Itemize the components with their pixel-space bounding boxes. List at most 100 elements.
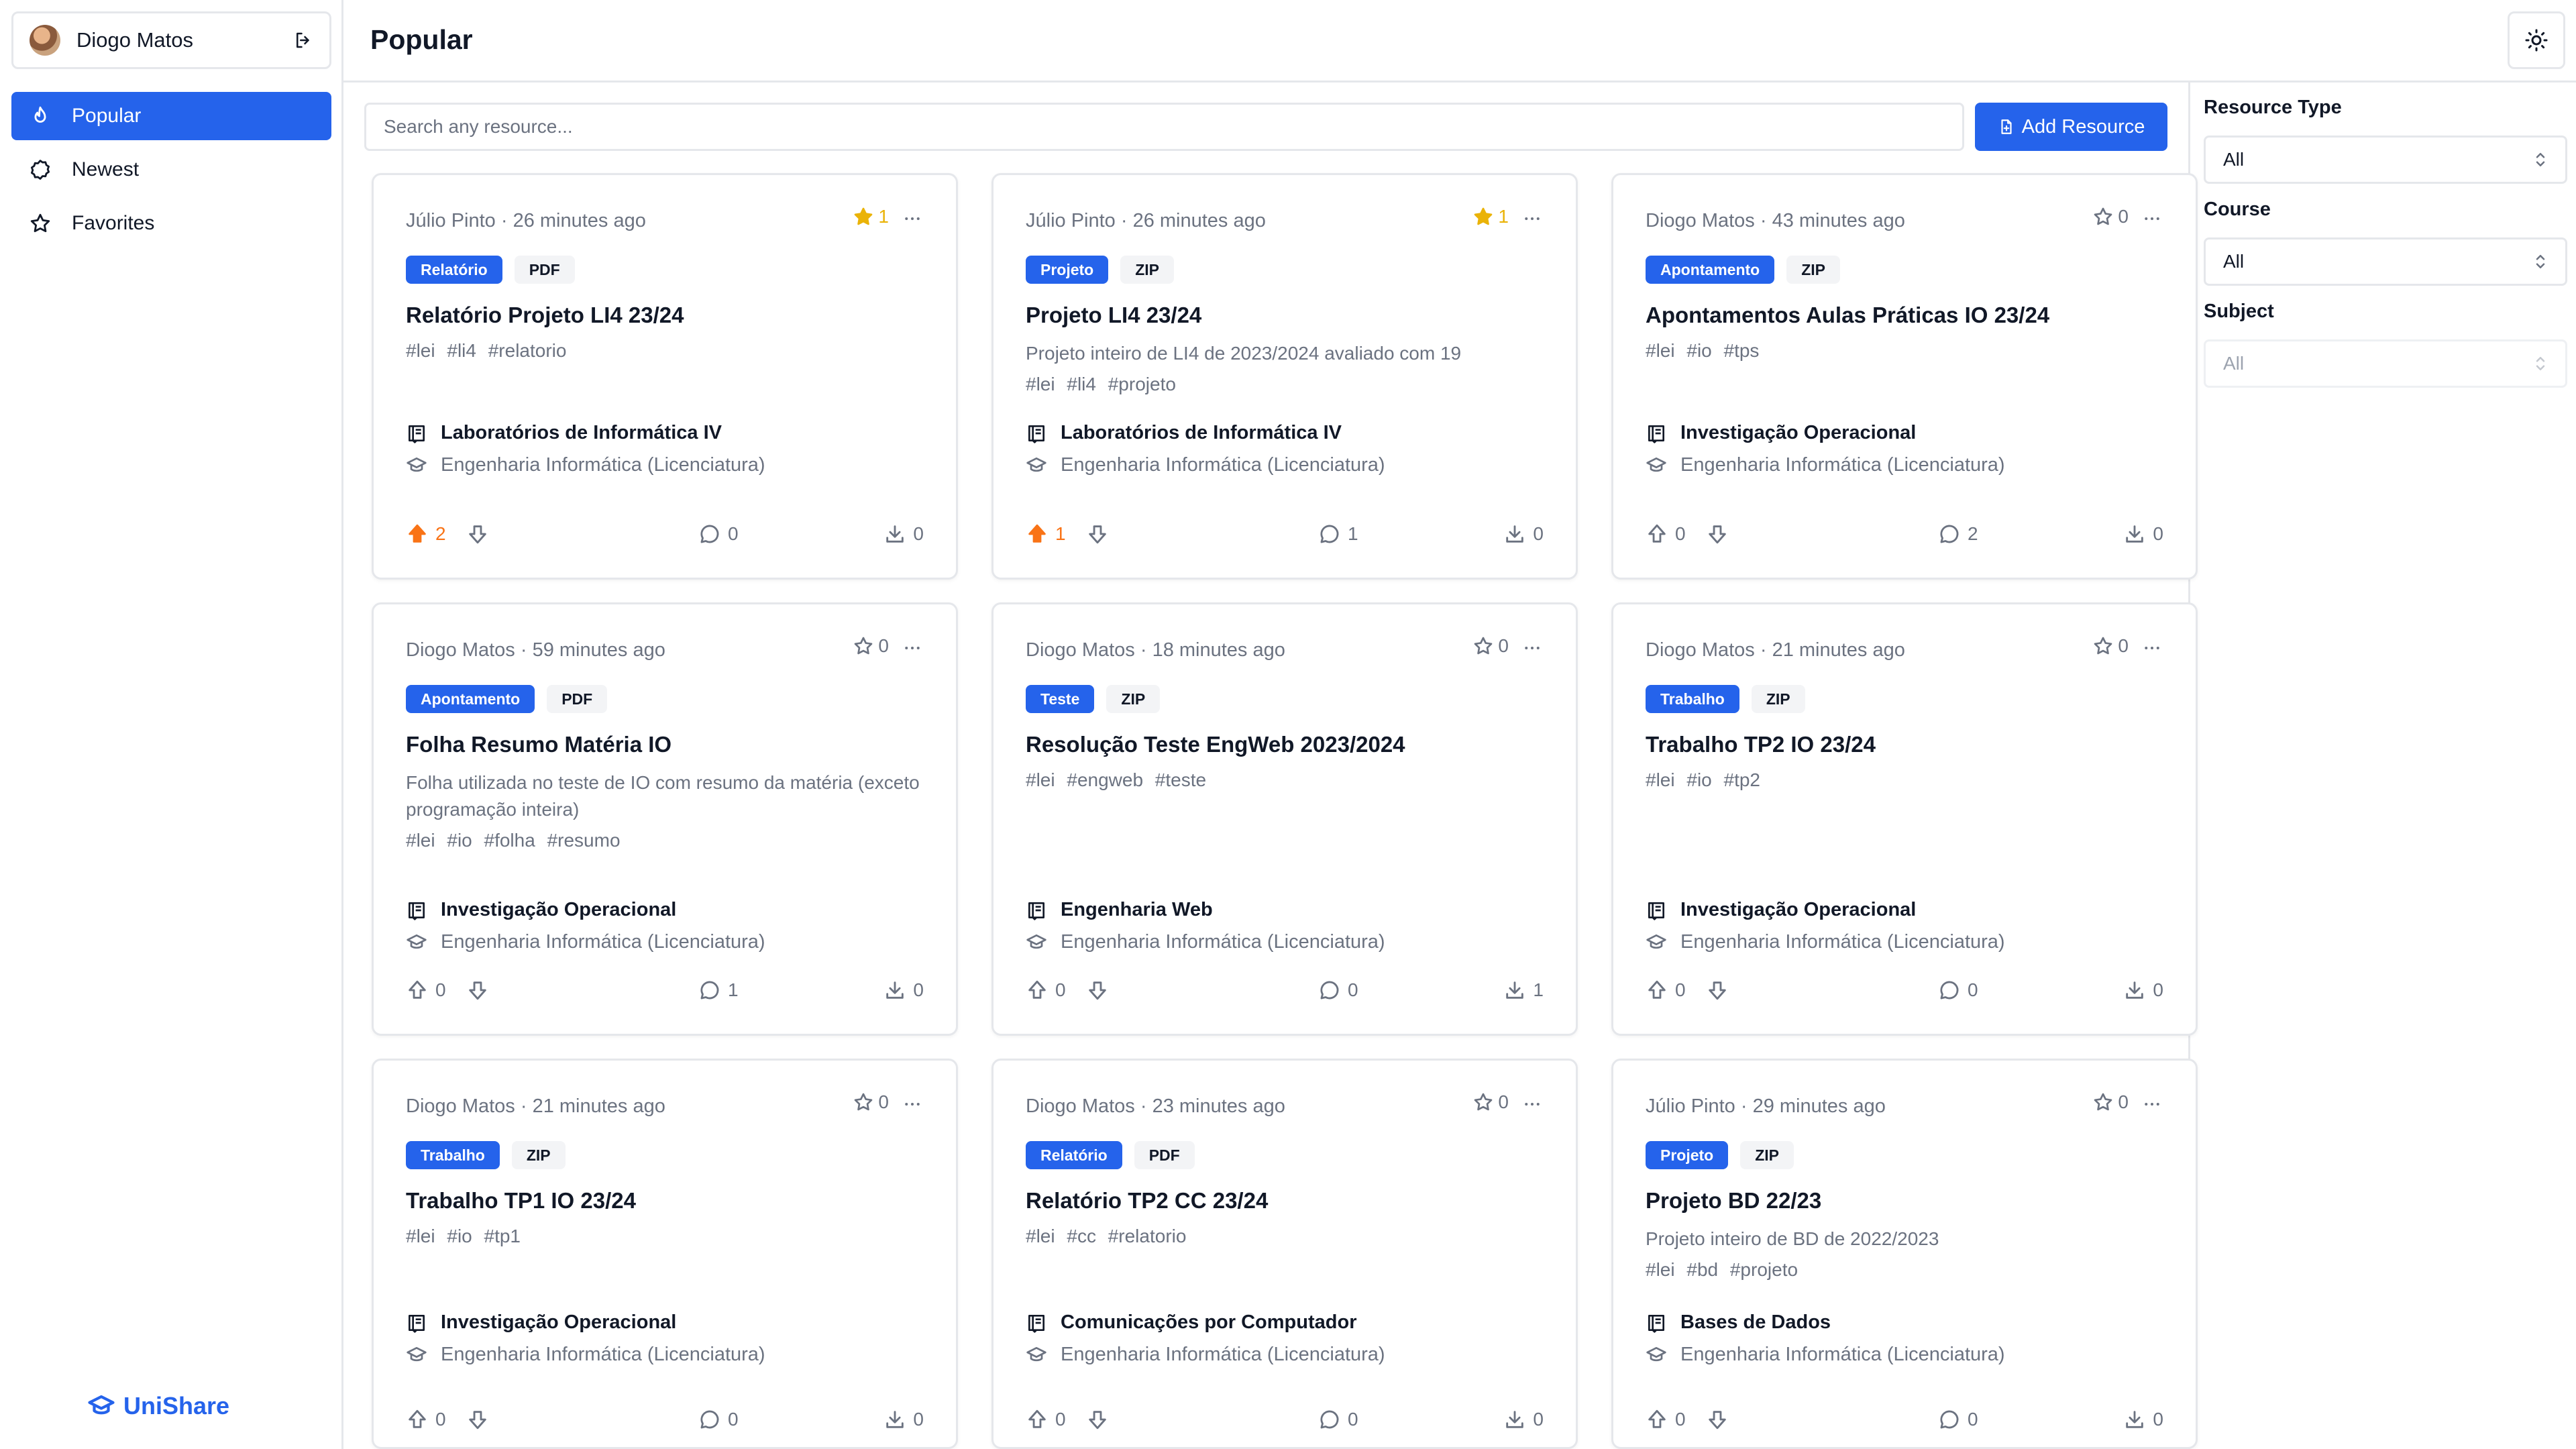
more-options-icon[interactable] — [1521, 1094, 1544, 1114]
subject-link[interactable]: Comunicações por Computador — [1026, 1311, 1357, 1334]
subject-link[interactable]: Investigação Operacional — [406, 1311, 676, 1334]
subject-link[interactable]: Laboratórios de Informática IV — [406, 422, 722, 444]
resource-card[interactable]: Diogo Matos · 21 minutes ago 0 Trabalho ZIP… — [1611, 602, 2198, 1036]
resource-card[interactable]: Diogo Matos · 21 minutes ago 0 Trabalho ZIP… — [372, 1059, 958, 1449]
subject-link[interactable]: Engenharia Web — [1026, 899, 1213, 921]
upvote-button[interactable]: 0 — [1646, 979, 1686, 1002]
course-link[interactable]: Engenharia Informática (Licenciatura) — [406, 931, 765, 953]
download-button[interactable]: 0 — [883, 1408, 924, 1431]
resource-card[interactable]: Júlio Pinto · 26 minutes ago 1 Projeto ZIP P… — [991, 173, 1578, 580]
more-options-icon[interactable] — [2141, 209, 2163, 229]
favorite-button[interactable]: 1 — [853, 206, 889, 227]
course-link[interactable]: Engenharia Informática (Licenciatura) — [1026, 454, 1385, 476]
downvote-button[interactable] — [1086, 1408, 1116, 1431]
resource-type-badge[interactable]: Trabalho — [1646, 685, 1739, 713]
resource-title[interactable]: Projeto LI4 23/24 — [1026, 303, 1201, 328]
resource-card[interactable]: Júlio Pinto · 26 minutes ago 1 Relatório PD… — [372, 173, 958, 580]
subject-link[interactable]: Investigação Operacional — [1646, 899, 1916, 921]
course-link[interactable]: Engenharia Informática (Licenciatura) — [1026, 931, 1385, 953]
download-button[interactable]: 1 — [1503, 979, 1544, 1002]
course-select[interactable]: All — [2204, 237, 2567, 286]
resource-type-badge[interactable]: Projeto — [1026, 256, 1109, 284]
comments-button[interactable]: 1 — [698, 979, 739, 1002]
favorite-button[interactable]: 0 — [1472, 1091, 1509, 1113]
resource-type-badge[interactable]: Trabalho — [406, 1141, 500, 1169]
resource-card[interactable]: Diogo Matos · 23 minutes ago 0 Relatório PD… — [991, 1059, 1578, 1449]
course-link[interactable]: Engenharia Informática (Licenciatura) — [1646, 1344, 2005, 1366]
download-button[interactable]: 0 — [2123, 1408, 2163, 1431]
logout-icon[interactable] — [293, 30, 313, 50]
subject-link[interactable]: Bases de Dados — [1646, 1311, 1831, 1334]
brand-logo[interactable]: UniShare — [87, 1392, 229, 1420]
favorite-button[interactable]: 0 — [1472, 635, 1509, 657]
theme-toggle-button[interactable] — [2508, 11, 2565, 69]
comments-button[interactable]: 0 — [1318, 1408, 1358, 1431]
resource-title[interactable]: Trabalho TP1 IO 23/24 — [406, 1188, 636, 1214]
upvote-button[interactable]: 0 — [1026, 979, 1066, 1002]
comments-button[interactable]: 0 — [1318, 979, 1358, 1002]
more-options-icon[interactable] — [901, 209, 924, 229]
downvote-button[interactable] — [1086, 979, 1116, 1002]
nav-item-favorites[interactable]: Favorites — [11, 199, 331, 248]
more-options-icon[interactable] — [2141, 1094, 2163, 1114]
nav-item-popular[interactable]: Popular — [11, 92, 331, 140]
resource-title[interactable]: Projeto BD 22/23 — [1646, 1188, 1821, 1214]
download-button[interactable]: 0 — [883, 523, 924, 545]
resource-type-select[interactable]: All — [2204, 136, 2567, 184]
course-link[interactable]: Engenharia Informática (Licenciatura) — [406, 1344, 765, 1366]
upvote-button[interactable]: 0 — [1026, 1408, 1066, 1431]
course-link[interactable]: Engenharia Informática (Licenciatura) — [1646, 454, 2005, 476]
subject-select[interactable]: All — [2204, 339, 2567, 388]
resource-type-badge[interactable]: Projeto — [1646, 1141, 1729, 1169]
favorite-button[interactable]: 0 — [2092, 1091, 2129, 1113]
upvote-button[interactable]: 0 — [406, 1408, 446, 1431]
course-link[interactable]: Engenharia Informática (Licenciatura) — [1646, 931, 2005, 953]
resource-type-badge[interactable]: Teste — [1026, 685, 1095, 713]
more-options-icon[interactable] — [901, 638, 924, 658]
downvote-button[interactable] — [466, 523, 496, 545]
download-button[interactable]: 0 — [1503, 1408, 1544, 1431]
downvote-button[interactable] — [466, 979, 496, 1002]
upvote-button[interactable]: 0 — [1646, 523, 1686, 545]
upvote-button[interactable]: 2 — [406, 523, 446, 545]
resource-title[interactable]: Relatório Projeto LI4 23/24 — [406, 303, 684, 328]
more-options-icon[interactable] — [1521, 209, 1544, 229]
resource-title[interactable]: Folha Resumo Matéria IO — [406, 732, 672, 757]
downvote-button[interactable] — [466, 1408, 496, 1431]
subject-link[interactable]: Investigação Operacional — [1646, 422, 1916, 444]
downvote-button[interactable] — [1706, 979, 1735, 1002]
comments-button[interactable]: 0 — [698, 1408, 739, 1431]
resource-card[interactable]: Diogo Matos · 18 minutes ago 0 Teste ZIP Res… — [991, 602, 1578, 1036]
more-options-icon[interactable] — [901, 1094, 924, 1114]
download-button[interactable]: 0 — [2123, 523, 2163, 545]
upvote-button[interactable]: 0 — [1646, 1408, 1686, 1431]
comments-button[interactable]: 0 — [1938, 979, 1978, 1002]
comments-button[interactable]: 0 — [698, 523, 739, 545]
upvote-button[interactable]: 1 — [1026, 523, 1066, 545]
comments-button[interactable]: 2 — [1938, 523, 1978, 545]
download-button[interactable]: 0 — [1503, 523, 1544, 545]
upvote-button[interactable]: 0 — [406, 979, 446, 1002]
favorite-button[interactable]: 0 — [2092, 206, 2129, 227]
download-button[interactable]: 0 — [2123, 979, 2163, 1002]
course-link[interactable]: Engenharia Informática (Licenciatura) — [406, 454, 765, 476]
downvote-button[interactable] — [1706, 1408, 1735, 1431]
favorite-button[interactable]: 0 — [2092, 635, 2129, 657]
resource-type-badge[interactable]: Relatório — [406, 256, 502, 284]
search-input[interactable] — [364, 103, 1964, 151]
resource-title[interactable]: Trabalho TP2 IO 23/24 — [1646, 732, 1876, 757]
more-options-icon[interactable] — [2141, 638, 2163, 658]
favorite-button[interactable]: 1 — [1472, 206, 1509, 227]
subject-link[interactable]: Laboratórios de Informática IV — [1026, 422, 1342, 444]
resource-title[interactable]: Resolução Teste EngWeb 2023/2024 — [1026, 732, 1405, 757]
resource-card[interactable]: Diogo Matos · 59 minutes ago 0 Apontamento… — [372, 602, 958, 1036]
resource-type-badge[interactable]: Relatório — [1026, 1141, 1122, 1169]
resource-type-badge[interactable]: Apontamento — [406, 685, 535, 713]
favorite-button[interactable]: 0 — [853, 635, 889, 657]
favorite-button[interactable]: 0 — [853, 1091, 889, 1113]
resource-title[interactable]: Apontamentos Aulas Práticas IO 23/24 — [1646, 303, 2049, 328]
downvote-button[interactable] — [1086, 523, 1116, 545]
add-resource-button[interactable]: Add Resource — [1975, 103, 2167, 151]
resource-card[interactable]: Júlio Pinto · 29 minutes ago 0 Projeto ZIP P… — [1611, 1059, 2198, 1449]
nav-item-newest[interactable]: Newest — [11, 146, 331, 194]
